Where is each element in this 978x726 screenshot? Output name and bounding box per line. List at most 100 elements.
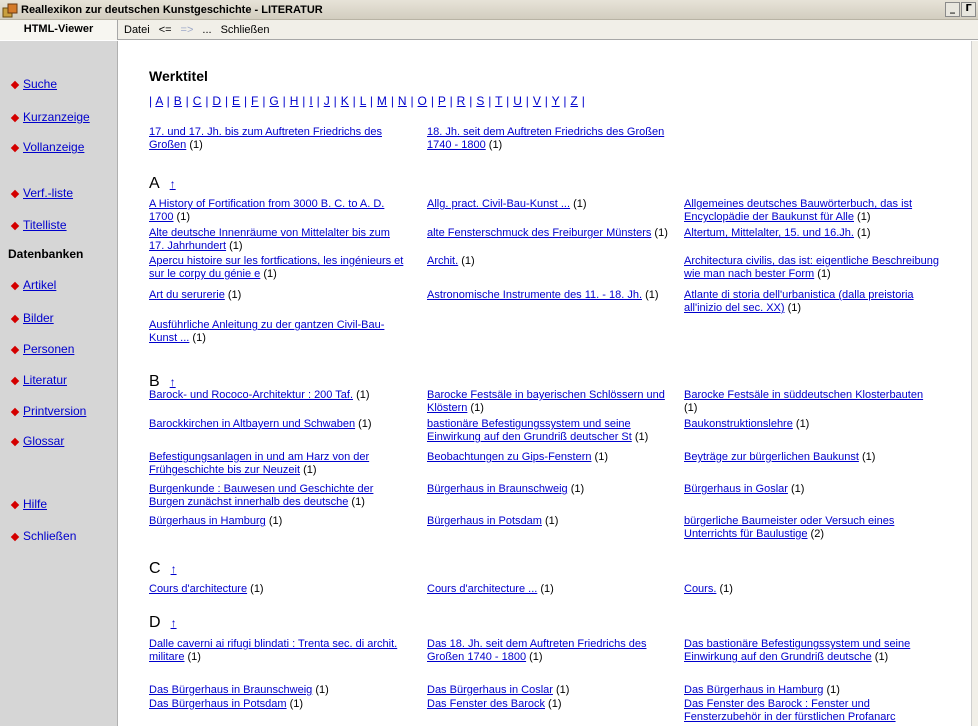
- title-link[interactable]: Beyträge zur bürgerlichen Baukunst: [684, 451, 859, 463]
- sidebar-item-bilder[interactable]: Bilder: [10, 311, 54, 325]
- sidebar-item-printversion[interactable]: Printversion: [10, 404, 86, 418]
- alphabet-link-m[interactable]: M: [377, 94, 387, 108]
- alphabet-link-u[interactable]: U: [513, 94, 522, 108]
- title-link[interactable]: Ausführliche Anleitung zu der gantzen Ci…: [149, 319, 384, 344]
- title-link[interactable]: Allgemeines deutsches Bauwörterbuch, das…: [684, 198, 912, 223]
- title-count: (1): [286, 698, 304, 710]
- title-link[interactable]: Bürgerhaus in Goslar: [684, 483, 788, 495]
- title-link[interactable]: Archit.: [427, 255, 458, 267]
- title-link[interactable]: Das Bürgerhaus in Coslar: [427, 684, 553, 696]
- sidebar-item-label[interactable]: Kurzanzeige: [23, 110, 90, 124]
- title-link[interactable]: Cours d'architecture ...: [427, 583, 537, 595]
- title-link[interactable]: 18. Jh. seit dem Auftreten Friedrichs de…: [427, 126, 664, 151]
- alphabet-link-g[interactable]: G: [269, 94, 279, 108]
- forward-button[interactable]: =>: [181, 24, 194, 36]
- menu-file[interactable]: Datei: [124, 24, 150, 36]
- title-link[interactable]: Das Bürgerhaus in Hamburg: [684, 684, 823, 696]
- alphabet-link-r[interactable]: R: [457, 94, 466, 108]
- alphabet-link-a[interactable]: A: [155, 94, 163, 108]
- sidebar-item-label[interactable]: Artikel: [23, 278, 56, 292]
- sidebar-item-personen[interactable]: Personen: [10, 342, 74, 356]
- sidebar-item-label[interactable]: Bilder: [23, 311, 54, 325]
- alphabet-link-c[interactable]: C: [193, 94, 202, 108]
- vertical-scrollbar[interactable]: [971, 41, 978, 726]
- sidebar-item-titelliste[interactable]: Titelliste: [10, 218, 67, 232]
- minimize-button[interactable]: _: [945, 2, 960, 17]
- title-link[interactable]: Barock- und Rococo-Architektur : 200 Taf…: [149, 389, 353, 401]
- back-to-top-arrow-icon[interactable]: ↑: [171, 562, 177, 576]
- title-link[interactable]: Altertum, Mittelalter, 15. und 16.Jh.: [684, 227, 854, 239]
- back-button[interactable]: <=: [159, 24, 172, 36]
- sidebar-item-label[interactable]: Glossar: [23, 434, 64, 448]
- alphabet-link-n[interactable]: N: [398, 94, 407, 108]
- title-link[interactable]: Bürgerhaus in Potsdam: [427, 515, 542, 527]
- title-link[interactable]: Cours.: [684, 583, 716, 595]
- alphabet-link-f[interactable]: F: [251, 94, 259, 108]
- title-link[interactable]: Bürgerhaus in Braunschweig: [427, 483, 568, 495]
- alphabet-link-o[interactable]: O: [418, 94, 428, 108]
- title-link[interactable]: Architectura civilis, das ist: eigentlic…: [684, 255, 939, 280]
- sidebar-item-label[interactable]: Hilfe: [23, 497, 47, 511]
- title-entry: Cours d'architecture (1): [149, 583, 407, 596]
- content-area: Werktitel | A | B | C | D | E | F | G | …: [119, 41, 971, 726]
- sidebar-item-vollanzeige[interactable]: Vollanzeige: [10, 140, 84, 154]
- alphabet-link-t[interactable]: T: [495, 94, 502, 108]
- back-to-top-arrow-icon[interactable]: ↑: [170, 375, 176, 389]
- title-link[interactable]: Astronomische Instrumente des 11. - 18. …: [427, 289, 642, 301]
- back-to-top-arrow-icon[interactable]: ↑: [171, 616, 177, 630]
- title-link[interactable]: alte Fensterschmuck des Freiburger Münst…: [427, 227, 651, 239]
- title-link[interactable]: bürgerliche Baumeister oder Versuch eine…: [684, 515, 894, 540]
- title-count: (1): [526, 651, 543, 663]
- alphabet-link-h[interactable]: H: [290, 94, 299, 108]
- window-title: Reallexikon zur deutschen Kunstgeschicht…: [21, 3, 323, 16]
- title-link[interactable]: Bürgerhaus in Hamburg: [149, 515, 266, 527]
- sidebar-item-schließen[interactable]: Schließen: [10, 529, 76, 543]
- sidebar-item-hilfe[interactable]: Hilfe: [10, 497, 47, 511]
- title-link[interactable]: Baukonstruktionslehre: [684, 418, 793, 430]
- alphabet-link-z[interactable]: Z: [570, 94, 578, 108]
- alphabet-link-s[interactable]: S: [476, 94, 484, 108]
- title-link[interactable]: Das Fenster des Barock: [427, 698, 545, 710]
- sidebar-item-artikel[interactable]: Artikel: [10, 278, 56, 292]
- title-link[interactable]: 17. und 17. Jh. bis zum Auftreten Friedr…: [149, 126, 382, 151]
- back-to-top-arrow-icon[interactable]: ↑: [170, 177, 176, 191]
- sidebar-item-label[interactable]: Literatur: [23, 373, 67, 387]
- title-link[interactable]: Barocke Festsäle in süddeutschen Kloster…: [684, 389, 923, 401]
- sidebar-item-verf-liste[interactable]: Verf.-liste: [10, 186, 73, 200]
- title-link[interactable]: Alte deutsche Innenräume von Mittelalter…: [149, 227, 390, 252]
- sidebar-item-literatur[interactable]: Literatur: [10, 373, 67, 387]
- more-menu[interactable]: ...: [202, 24, 211, 36]
- title-link[interactable]: bastionäre Befestigungssystem und seine …: [427, 418, 632, 443]
- title-link[interactable]: Barocke Festsäle in bayerischen Schlösse…: [427, 389, 665, 414]
- sidebar-item-label[interactable]: Vollanzeige: [23, 140, 84, 154]
- title-link[interactable]: Beobachtungen zu Gips-Fenstern: [427, 451, 592, 463]
- title-entry: Dalle caverni ai rifugi blindati : Trent…: [149, 638, 407, 664]
- restore-button[interactable]: Г: [961, 2, 976, 17]
- sidebar-item-glossar[interactable]: Glossar: [10, 434, 64, 448]
- title-link[interactable]: Das Bürgerhaus in Braunschweig: [149, 684, 312, 696]
- title-link[interactable]: Das Fenster des Barock : Fenster und Fen…: [684, 698, 896, 723]
- sidebar-item-label[interactable]: Titelliste: [23, 218, 67, 232]
- sidebar-item-label[interactable]: Suche: [23, 77, 57, 91]
- sidebar-item-kurzanzeige[interactable]: Kurzanzeige: [10, 110, 90, 124]
- menu-close[interactable]: Schließen: [221, 24, 270, 36]
- title-link[interactable]: Art du serurerie: [149, 289, 225, 301]
- alphabet-link-d[interactable]: D: [212, 94, 221, 108]
- alphabet-link-k[interactable]: K: [341, 94, 349, 108]
- sidebar-item-label[interactable]: Personen: [23, 342, 74, 356]
- sidebar-item-label[interactable]: Verf.-liste: [23, 186, 73, 200]
- alphabet-link-v[interactable]: V: [533, 94, 541, 108]
- html-viewer-tab[interactable]: HTML-Viewer: [0, 19, 118, 40]
- title-link[interactable]: Das Bürgerhaus in Potsdam: [149, 698, 287, 710]
- alphabet-link-b[interactable]: B: [174, 94, 182, 108]
- title-link[interactable]: Barockkirchen in Altbayern und Schwaben: [149, 418, 355, 430]
- sidebar-item-suche[interactable]: Suche: [10, 77, 57, 91]
- alphabet-link-p[interactable]: P: [438, 94, 446, 108]
- alphabet-index: | A | B | C | D | E | F | G | H | I | J …: [149, 94, 585, 108]
- alphabet-link-y[interactable]: Y: [552, 94, 560, 108]
- title-link[interactable]: Befestigungsanlagen in und am Harz von d…: [149, 451, 369, 476]
- title-link[interactable]: Burgenkunde : Bauwesen und Geschichte de…: [149, 483, 373, 508]
- sidebar-item-label[interactable]: Printversion: [23, 404, 86, 418]
- title-link[interactable]: Cours d'architecture: [149, 583, 247, 595]
- title-link[interactable]: Allg. pract. Civil-Bau-Kunst ...: [427, 198, 570, 210]
